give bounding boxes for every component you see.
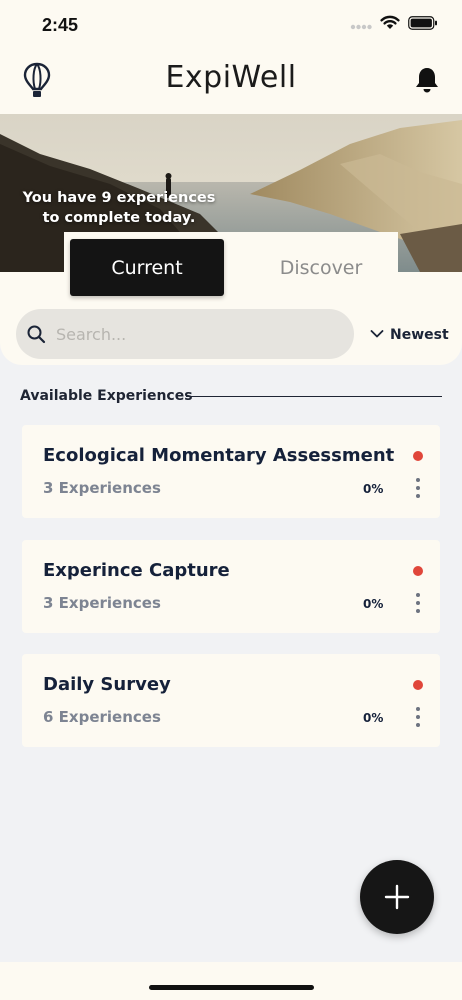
bottom-bar xyxy=(0,962,462,1000)
status-dot xyxy=(413,566,423,576)
experience-progress: 0% xyxy=(363,482,384,496)
screen: 2:45 ExpiWell You have 9 experiences to … xyxy=(0,0,462,1000)
sort-dropdown[interactable]: Newest xyxy=(370,324,449,346)
more-vertical-icon[interactable] xyxy=(408,706,428,728)
experience-count: 6 Experiences xyxy=(43,708,161,726)
experience-card[interactable]: Daily Survey 6 Experiences 0% xyxy=(22,654,440,747)
app-header: ExpiWell xyxy=(0,52,462,114)
experience-title: Daily Survey xyxy=(43,674,171,695)
status-time: 2:45 xyxy=(42,15,79,35)
section-divider xyxy=(186,396,442,397)
experience-progress: 0% xyxy=(363,597,384,611)
more-vertical-icon[interactable] xyxy=(408,477,428,499)
sort-label: Newest xyxy=(390,327,449,343)
hero-message: You have 9 experiences to complete today… xyxy=(22,190,216,226)
experience-card[interactable]: Ecological Momentary Assessment 3 Experi… xyxy=(22,425,440,518)
add-experience-button[interactable] xyxy=(360,860,434,934)
experience-card[interactable]: Experince Capture 3 Experiences 0% xyxy=(22,540,440,633)
tab-current[interactable]: Current xyxy=(70,239,224,296)
tab-discover[interactable]: Discover xyxy=(246,239,396,296)
search-icon xyxy=(26,324,46,344)
wifi-icon xyxy=(380,15,400,34)
search-bar[interactable] xyxy=(16,309,354,359)
section-title: Available Experiences xyxy=(20,388,193,404)
experience-title: Experince Capture xyxy=(43,560,230,581)
status-icons xyxy=(350,15,438,34)
signal-icon xyxy=(350,15,372,34)
experience-count: 3 Experiences xyxy=(43,594,161,612)
bell-icon[interactable] xyxy=(414,66,440,94)
search-input[interactable] xyxy=(56,309,336,359)
experience-progress: 0% xyxy=(363,711,384,725)
status-dot xyxy=(413,451,423,461)
home-indicator[interactable] xyxy=(149,985,314,990)
more-vertical-icon[interactable] xyxy=(408,592,428,614)
plus-icon xyxy=(384,884,410,910)
battery-icon xyxy=(408,15,438,34)
experience-title: Ecological Momentary Assessment xyxy=(43,445,395,466)
chevron-down-icon xyxy=(370,327,384,343)
status-bar: 2:45 xyxy=(0,0,462,52)
status-dot xyxy=(413,680,423,690)
app-title: ExpiWell xyxy=(165,60,297,95)
experience-count: 3 Experiences xyxy=(43,479,161,497)
